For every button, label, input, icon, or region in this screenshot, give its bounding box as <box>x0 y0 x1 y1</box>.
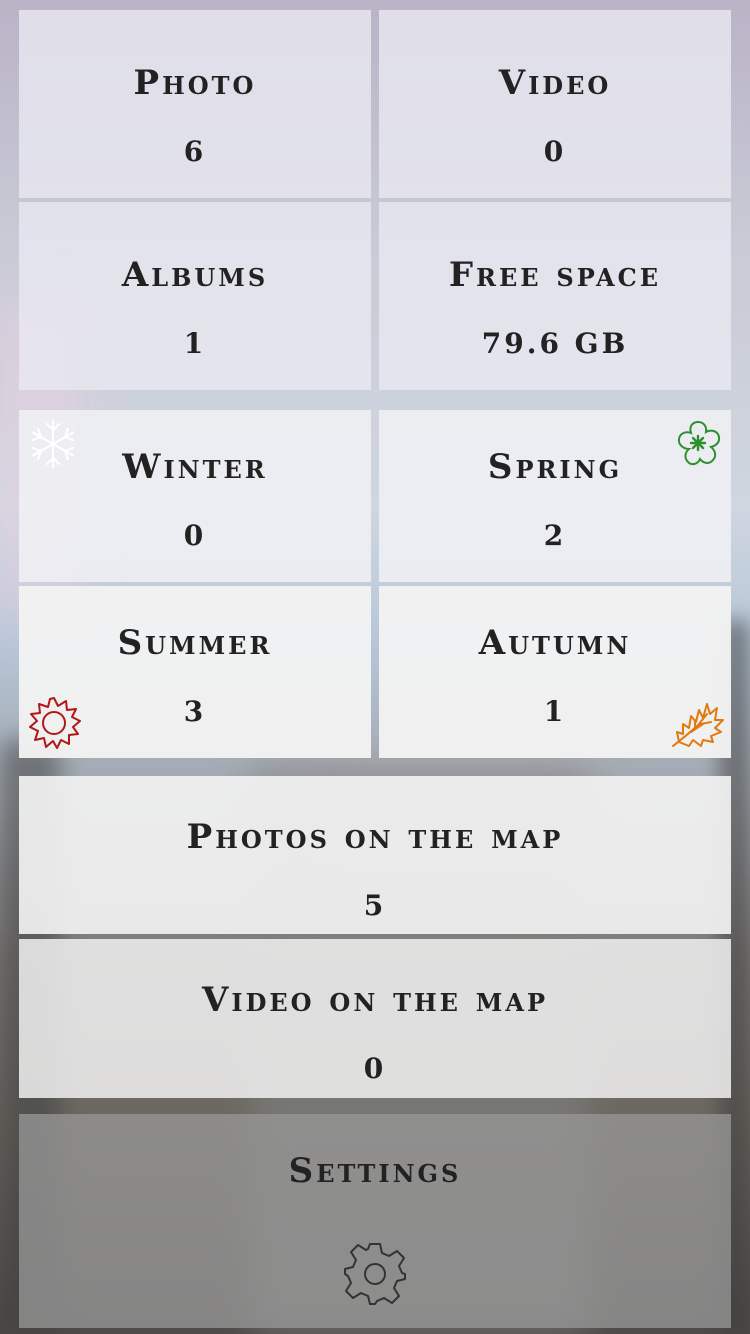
flower-icon <box>671 416 725 470</box>
settings-label: Settings <box>288 1151 462 1191</box>
winter-label: Winter <box>122 447 268 487</box>
snowflake-icon <box>27 418 79 470</box>
settings-tile[interactable]: Settings <box>19 1114 731 1328</box>
winter-tile[interactable]: Winter 0 <box>19 410 371 582</box>
sun-icon <box>27 696 81 750</box>
photos-on-map-tile[interactable]: Photos on the map 5 <box>19 776 731 934</box>
autumn-tile[interactable]: Autumn 1 <box>379 586 731 758</box>
video-tile[interactable]: Video 0 <box>379 10 731 198</box>
leaf-icon <box>669 694 725 750</box>
gear-icon[interactable] <box>342 1241 408 1307</box>
summer-count: 3 <box>183 695 207 728</box>
albums-tile[interactable]: Albums 1 <box>19 202 371 390</box>
photo-count: 6 <box>183 135 207 168</box>
video-on-map-count: 0 <box>363 1052 387 1085</box>
photos-on-map-label: Photos on the map <box>186 817 564 857</box>
albums-count: 1 <box>183 327 207 360</box>
autumn-label: Autumn <box>478 623 632 663</box>
free-space-value: 79.6 GB <box>481 327 629 360</box>
photo-label: Photo <box>133 63 257 103</box>
spring-count: 2 <box>543 519 567 552</box>
autumn-count: 1 <box>543 695 567 728</box>
albums-label: Albums <box>121 255 269 295</box>
free-space-tile[interactable]: Free space 79.6 GB <box>379 202 731 390</box>
summer-tile[interactable]: Summer 3 <box>19 586 371 758</box>
spring-tile[interactable]: Spring 2 <box>379 410 731 582</box>
free-space-label: Free space <box>448 255 662 295</box>
photo-tile[interactable]: Photo 6 <box>19 10 371 198</box>
video-label: Video <box>498 63 612 103</box>
photos-on-map-count: 5 <box>363 889 387 922</box>
summer-label: Summer <box>117 623 273 663</box>
winter-count: 0 <box>183 519 207 552</box>
video-on-map-tile[interactable]: Video on the map 0 <box>19 939 731 1098</box>
spring-label: Spring <box>487 447 623 487</box>
video-on-map-label: Video on the map <box>201 980 549 1020</box>
video-count: 0 <box>543 135 567 168</box>
